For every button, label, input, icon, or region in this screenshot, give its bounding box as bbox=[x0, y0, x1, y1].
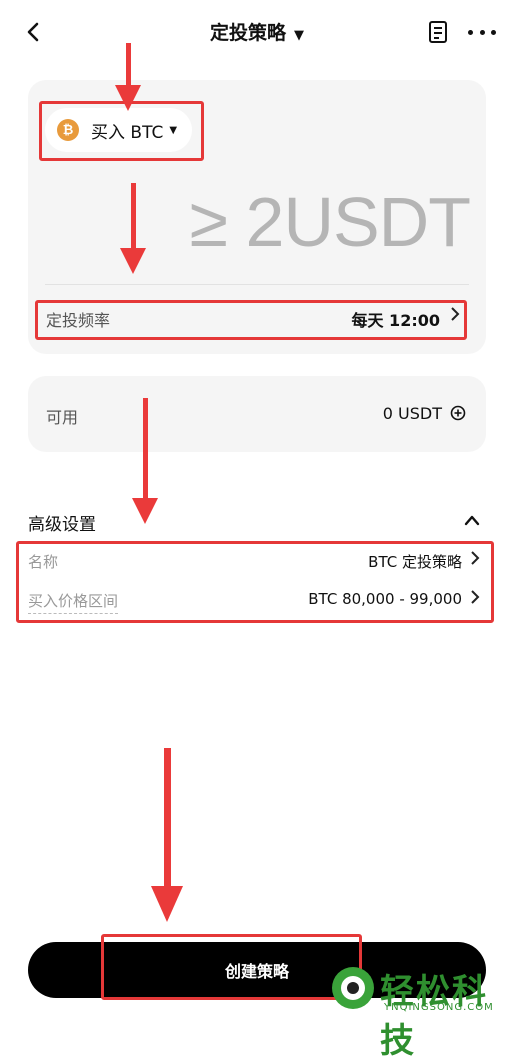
annotation-arrow bbox=[126, 43, 131, 87]
annotation-arrow bbox=[131, 183, 136, 249]
annotation-box-frequency bbox=[35, 300, 467, 340]
advanced-settings-title: 高级设置 bbox=[28, 515, 96, 535]
available-label: 可用 bbox=[46, 408, 79, 427]
annotation-arrow-head bbox=[120, 248, 146, 274]
chevron-up-icon[interactable] bbox=[462, 510, 482, 530]
annotation-arrow-head bbox=[115, 85, 141, 111]
annotation-arrow-head bbox=[151, 886, 183, 922]
watermark-logo-icon bbox=[332, 967, 374, 1009]
annotation-arrow-head bbox=[132, 498, 158, 524]
watermark-text: 轻松科技 bbox=[380, 972, 488, 1061]
annotation-arrow bbox=[143, 398, 148, 500]
more-horizontal-icon[interactable] bbox=[468, 22, 496, 42]
available-value: 0 USDT bbox=[382, 404, 442, 423]
watermark-subtext: YNQINGSONG.COM bbox=[384, 1002, 494, 1013]
caret-down-icon: ▼ bbox=[294, 28, 304, 43]
annotation-arrow bbox=[164, 748, 171, 888]
document-icon[interactable] bbox=[428, 20, 450, 44]
amount-input[interactable]: ≥ 2USDT bbox=[160, 180, 471, 264]
annotation-box-create bbox=[101, 934, 362, 1000]
divider bbox=[45, 284, 469, 285]
add-circle-icon[interactable] bbox=[450, 405, 466, 421]
page-title-text: 定投策略 bbox=[209, 22, 286, 44]
annotation-box-advanced bbox=[16, 541, 494, 623]
